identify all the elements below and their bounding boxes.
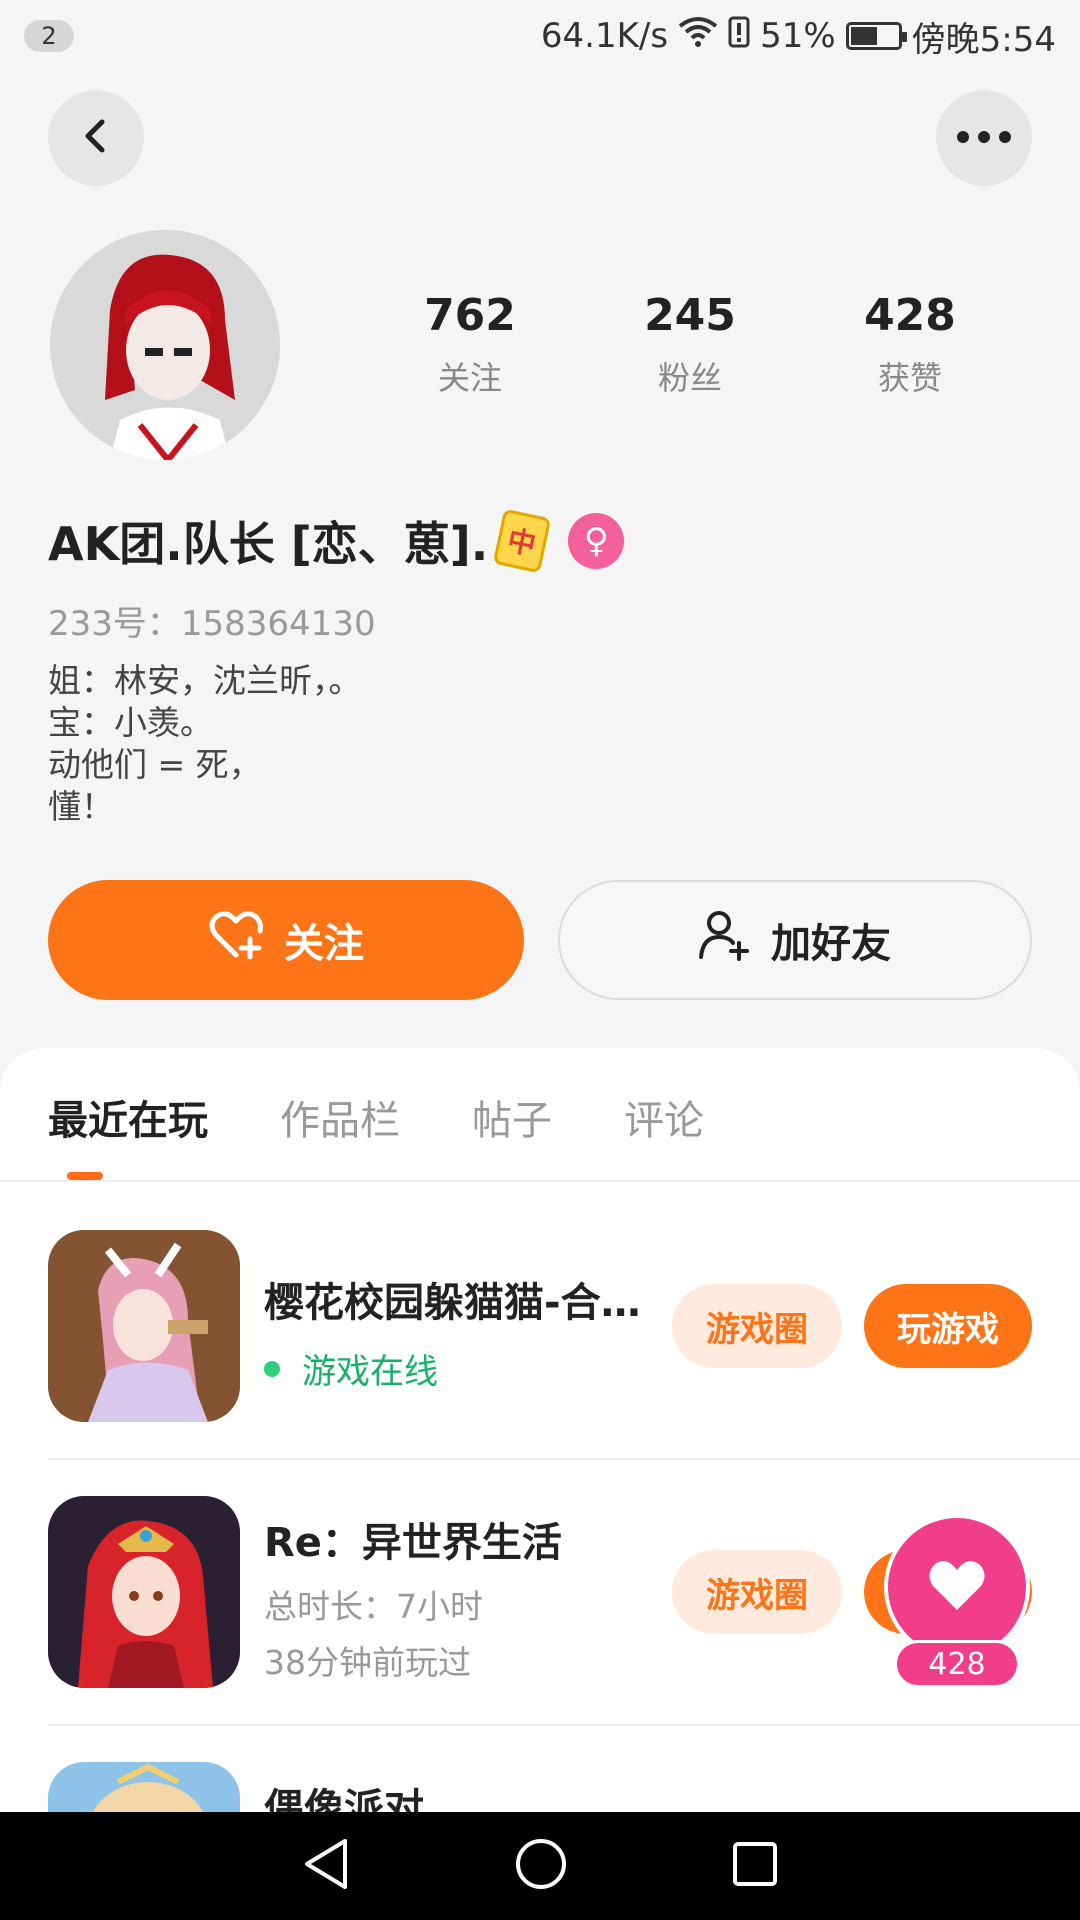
username: AK团.队长 [恋、葸].: [48, 517, 489, 571]
user-id: 233号：158364130: [48, 604, 376, 644]
game-circle-button[interactable]: 游戏圈: [672, 1550, 842, 1634]
active-tab-indicator: [67, 1172, 103, 1180]
game-circle-button[interactable]: 游戏圈: [672, 1284, 842, 1368]
floating-like-count: 428: [894, 1640, 1020, 1688]
stat-likes-label: 获赞: [877, 359, 942, 397]
network-speed: 64.1K/s: [540, 16, 669, 56]
add-user-icon: [699, 909, 751, 971]
row-divider: [48, 1458, 1080, 1460]
stat-likes[interactable]: 428 获赞: [800, 290, 1020, 399]
game-play-duration: 总时长：7小时: [264, 1587, 483, 1626]
nav-home-icon[interactable]: [514, 1837, 568, 1895]
bio-line: 动他们 = 死，: [48, 745, 262, 784]
status-bar: 2 64.1K/s 51% 傍晚5:54: [0, 0, 1080, 72]
game-title: 樱花校园躲猫猫-合…: [264, 1280, 641, 1326]
follow-button[interactable]: 关注: [48, 880, 524, 1000]
add-friend-button[interactable]: 加好友: [558, 880, 1032, 1000]
notification-count-badge: 2: [24, 20, 74, 52]
stat-following-label: 关注: [437, 359, 502, 397]
more-button[interactable]: [936, 90, 1032, 186]
row-divider: [48, 1724, 1080, 1726]
status-indicators: 64.1K/s 51% 傍晚5:54: [540, 14, 1056, 60]
back-button[interactable]: [48, 90, 144, 186]
heart-icon: [927, 1558, 987, 1616]
nav-recents-icon[interactable]: [731, 1840, 779, 1892]
game-last-played: 38分钟前玩过: [264, 1643, 471, 1682]
play-game-button[interactable]: 玩游戏: [864, 1284, 1032, 1368]
game-info: Re：异世界生活 总时长：7小时 38分钟前玩过: [264, 1496, 704, 1684]
bio-line: 宝：小羡。: [48, 703, 213, 742]
stat-following[interactable]: 762 关注: [360, 290, 580, 399]
alert-icon: [728, 16, 750, 57]
system-nav-bar: [0, 1812, 1080, 1920]
more-icon: [956, 129, 1012, 148]
tab-bar: 最近在玩 作品栏 帖子 评论: [48, 1088, 704, 1146]
game-thumbnail[interactable]: [48, 1496, 240, 1688]
stat-likes-value: 428: [864, 290, 956, 341]
profile-stats: 762 关注 245 粉丝 428 获赞: [360, 290, 1020, 399]
tab-comments[interactable]: 评论: [624, 1088, 704, 1146]
game-row[interactable]: 樱花校园躲猫猫-合… 游戏在线 游戏圈 玩游戏: [48, 1230, 1080, 1426]
female-gender-icon: ♀: [568, 513, 625, 569]
battery-icon: [845, 22, 907, 50]
tab-recently-played[interactable]: 最近在玩: [48, 1088, 208, 1146]
game-online-status: 游戏在线: [264, 1344, 704, 1393]
wifi-icon: [678, 16, 718, 57]
tab-works[interactable]: 作品栏: [280, 1088, 400, 1146]
clock: 傍晚5:54: [911, 19, 1056, 60]
mahjong-badge-icon[interactable]: 中: [492, 508, 552, 574]
battery-percent: 51%: [760, 16, 836, 56]
content-panel: 最近在玩 作品栏 帖子 评论 樱花校园躲猫猫-合… 游戏在线 游戏圈 玩游戏 R…: [0, 1048, 1080, 1920]
heart-plus-icon: [208, 909, 264, 971]
stat-followers-label: 粉丝: [657, 359, 722, 397]
back-icon: [76, 116, 116, 160]
tab-divider: [0, 1180, 1080, 1182]
name-row: AK团.队长 [恋、葸]. 中 ♀: [48, 508, 625, 574]
bio-line: 懂！: [48, 787, 114, 826]
avatar[interactable]: [50, 230, 280, 460]
tab-posts[interactable]: 帖子: [472, 1088, 552, 1146]
bio: 姐：林安，沈兰昕，。 宝：小羡。 动他们 = 死， 懂！: [48, 660, 362, 828]
nav-back-icon[interactable]: [301, 1837, 351, 1895]
stat-following-value: 762: [424, 290, 516, 341]
floating-like-button[interactable]: [884, 1514, 1030, 1660]
add-friend-label: 加好友: [771, 921, 891, 967]
stat-followers[interactable]: 245 粉丝: [580, 290, 800, 399]
bio-line: 姐：林安，沈兰昕，。: [48, 661, 362, 700]
game-thumbnail[interactable]: [48, 1230, 240, 1422]
game-title: Re：异世界生活: [264, 1520, 562, 1566]
online-dot-icon: [264, 1360, 280, 1377]
stat-followers-value: 245: [644, 290, 736, 341]
game-info: 樱花校园躲猫猫-合… 游戏在线: [264, 1230, 704, 1393]
follow-label: 关注: [284, 921, 364, 967]
online-status-label: 游戏在线: [302, 1352, 438, 1392]
